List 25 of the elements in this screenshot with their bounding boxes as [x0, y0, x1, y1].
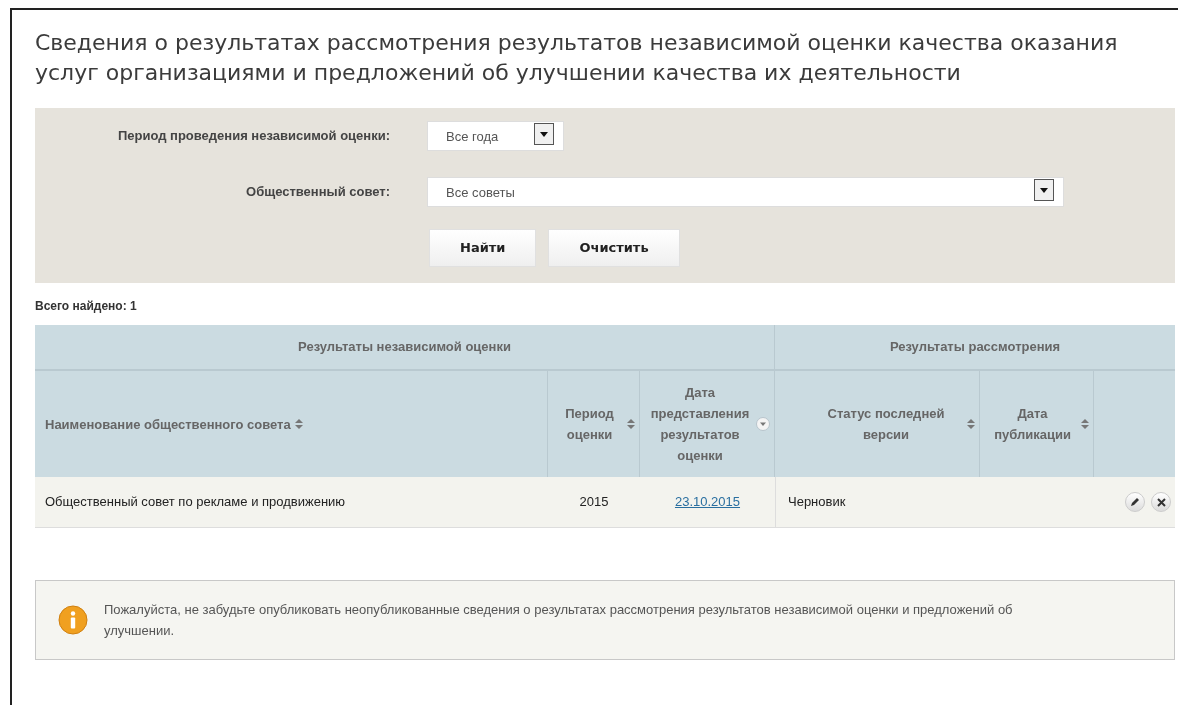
results-count: Всего найдено: 1	[35, 298, 138, 315]
close-icon	[1156, 497, 1166, 507]
column-group-header: Результаты независимой оценки	[35, 325, 775, 369]
page-title: Сведения о результатах рассмотрения результатов независимой оценки качества оказания услуг организациями и предложений об улучшении качества их деятельности	[35, 29, 1119, 87]
filter-label: Период проведения независимой оценки:	[116, 127, 390, 146]
pencil-icon	[1130, 497, 1140, 507]
sort-icon[interactable]	[627, 418, 635, 430]
table-cell-text: Черновик	[788, 493, 846, 512]
sort-descending-icon[interactable]	[756, 417, 770, 431]
info-icon	[58, 605, 88, 635]
sort-icon[interactable]	[1081, 418, 1089, 430]
filter-dropdown[interactable]: Все года	[427, 121, 564, 151]
notice-text: Пожалуйста, не забудьте опубликовать неопубликованные сведения о результатах рассмотрения результатов независимой оценки и предложений об улучшении.	[104, 601, 1014, 640]
sort-icon[interactable]	[967, 418, 975, 430]
sort-icon[interactable]	[294, 418, 303, 430]
filter-label: Общественный совет:	[245, 183, 390, 202]
column-group-header: Результаты рассмотрения	[888, 338, 1062, 357]
form-button[interactable]: Очистить	[548, 229, 680, 267]
delete-button[interactable]	[1151, 492, 1171, 512]
table-cell-text: 2015	[579, 493, 609, 512]
form-button[interactable]: Найти	[429, 229, 537, 267]
date-link[interactable]: 23.10.2015	[674, 492, 741, 512]
table-cell-text: Общественный совет по рекламе и продвижению	[45, 493, 346, 512]
edit-button[interactable]	[1125, 492, 1145, 512]
filter-dropdown[interactable]: Все советы	[427, 177, 1064, 207]
